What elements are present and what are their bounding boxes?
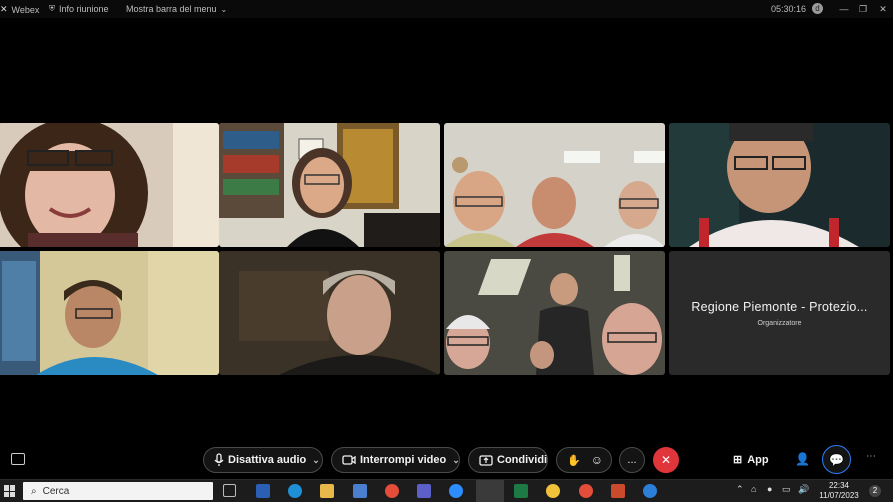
microphone-icon bbox=[214, 453, 224, 467]
stop-video-button[interactable]: Interrompi video ⌄ bbox=[331, 447, 460, 473]
restore-icon[interactable]: ❐ bbox=[857, 3, 869, 15]
shield-icon: ⛨ bbox=[49, 4, 55, 13]
notification-badge[interactable]: 2 bbox=[869, 485, 881, 497]
search-placeholder: Cerca bbox=[42, 485, 70, 497]
store-icon[interactable] bbox=[353, 484, 367, 498]
video-tile-6[interactable] bbox=[219, 251, 440, 375]
clock-date: 11/07/2023 bbox=[819, 491, 859, 500]
camera-icon bbox=[342, 455, 356, 465]
mute-button[interactable]: Disattiva audio ⌄ bbox=[203, 447, 323, 473]
powerpoint-icon[interactable] bbox=[611, 484, 625, 498]
title-bar: ✕ Webex ⛨ Info riunione Mostra barra del… bbox=[0, 0, 893, 18]
app-name: Webex bbox=[11, 4, 40, 15]
webex-logo-icon: ✕ bbox=[0, 4, 8, 14]
app-title: ✕ Webex bbox=[0, 4, 39, 15]
task-view-icon[interactable] bbox=[223, 484, 236, 497]
organizer-role: Organizzatore bbox=[757, 319, 802, 327]
avatar[interactable]: d bbox=[812, 3, 823, 14]
video-tile-5[interactable] bbox=[0, 251, 219, 375]
meeting-info-label: Info riunione bbox=[59, 4, 109, 14]
battery-icon[interactable]: ▭ bbox=[782, 484, 791, 495]
taskbar-search[interactable]: ⌕ Cerca bbox=[23, 482, 213, 500]
search-icon: ⌕ bbox=[31, 485, 37, 497]
chat-button[interactable]: 💬 bbox=[822, 445, 851, 474]
word-icon[interactable] bbox=[256, 484, 270, 498]
tray-network-icon[interactable]: ⌂ bbox=[751, 484, 756, 494]
mute-label: Disattiva audio bbox=[228, 454, 307, 466]
show-menu-label: Mostra barra del menu bbox=[126, 4, 217, 14]
zoom-icon[interactable] bbox=[449, 484, 463, 498]
share-screen-icon bbox=[479, 454, 493, 466]
chrome-profile-icon[interactable] bbox=[579, 484, 593, 498]
video-tile-1[interactable] bbox=[0, 123, 219, 247]
more-icon: ... bbox=[627, 454, 637, 466]
meeting-clock: 05:30:16 bbox=[771, 4, 807, 14]
windows-taskbar: ⌕ Cerca ⌃ ⌂ ● ▭ 🔊 22:34 11/07/2023 2 bbox=[0, 479, 893, 502]
webex-taskbar-icon[interactable] bbox=[476, 480, 504, 502]
edge-icon[interactable] bbox=[288, 484, 302, 498]
organizer-tile[interactable]: Regione Piemonte - Protezio... Organizza… bbox=[669, 251, 890, 375]
file-explorer-icon[interactable] bbox=[320, 484, 334, 498]
app-icon[interactable] bbox=[643, 484, 657, 498]
captions-icon[interactable] bbox=[11, 453, 25, 465]
organizer-name: Regione Piemonte - Protezio... bbox=[691, 299, 868, 314]
chevron-down-icon[interactable]: ⌄ bbox=[306, 455, 328, 466]
video-tile-7[interactable] bbox=[444, 251, 665, 375]
video-label: Interrompi video bbox=[360, 454, 447, 466]
video-tile-4[interactable] bbox=[669, 123, 890, 247]
taskbar-clock[interactable]: 22:34 11/07/2023 bbox=[818, 481, 860, 501]
show-menu-button[interactable]: Mostra barra del menu ⌄ bbox=[126, 4, 227, 14]
clock-time: 22:34 bbox=[828, 481, 850, 490]
raise-hand-icon[interactable]: ✋ bbox=[567, 454, 581, 467]
video-tile-3[interactable] bbox=[444, 123, 665, 247]
more-options-button[interactable]: ... bbox=[619, 447, 645, 473]
video-tile-2[interactable] bbox=[219, 123, 440, 247]
more-panels-icon[interactable]: ⋯ bbox=[866, 451, 876, 462]
chat-bubble-icon: 💬 bbox=[829, 452, 844, 467]
reactions-group: ✋ ☺ bbox=[556, 447, 612, 473]
windows-start-icon[interactable] bbox=[4, 485, 16, 497]
chrome-icon[interactable] bbox=[385, 484, 399, 498]
volume-icon[interactable]: 🔊 bbox=[798, 484, 809, 495]
meeting-info-button[interactable]: ⛨ Info riunione bbox=[49, 4, 109, 14]
apps-label: App bbox=[747, 453, 769, 466]
end-call-button[interactable]: ✕ bbox=[653, 447, 679, 473]
tray-location-icon: ● bbox=[767, 484, 773, 494]
teams-icon[interactable] bbox=[417, 484, 431, 498]
minimize-icon[interactable]: — bbox=[838, 3, 850, 15]
chevron-down-icon[interactable]: ⌄ bbox=[446, 455, 468, 466]
share-label: Condividi bbox=[497, 454, 548, 466]
apps-button[interactable]: ⊞ App bbox=[733, 453, 769, 467]
meeting-controls: Disattiva audio ⌄ Interrompi video ⌄ Con… bbox=[0, 440, 893, 478]
emoji-icon[interactable]: ☺ bbox=[591, 453, 603, 467]
apps-grid-icon: ⊞ bbox=[733, 454, 743, 466]
chrome-canary-icon[interactable] bbox=[546, 484, 560, 498]
participants-icon[interactable]: 👤 bbox=[795, 452, 810, 466]
close-icon[interactable]: ✕ bbox=[877, 3, 889, 15]
tray-chevron-up-icon[interactable]: ⌃ bbox=[736, 484, 744, 495]
chevron-down-icon: ⌄ bbox=[220, 4, 228, 14]
share-button[interactable]: Condividi bbox=[468, 447, 548, 473]
close-icon: ✕ bbox=[660, 453, 672, 467]
excel-icon[interactable] bbox=[514, 484, 528, 498]
